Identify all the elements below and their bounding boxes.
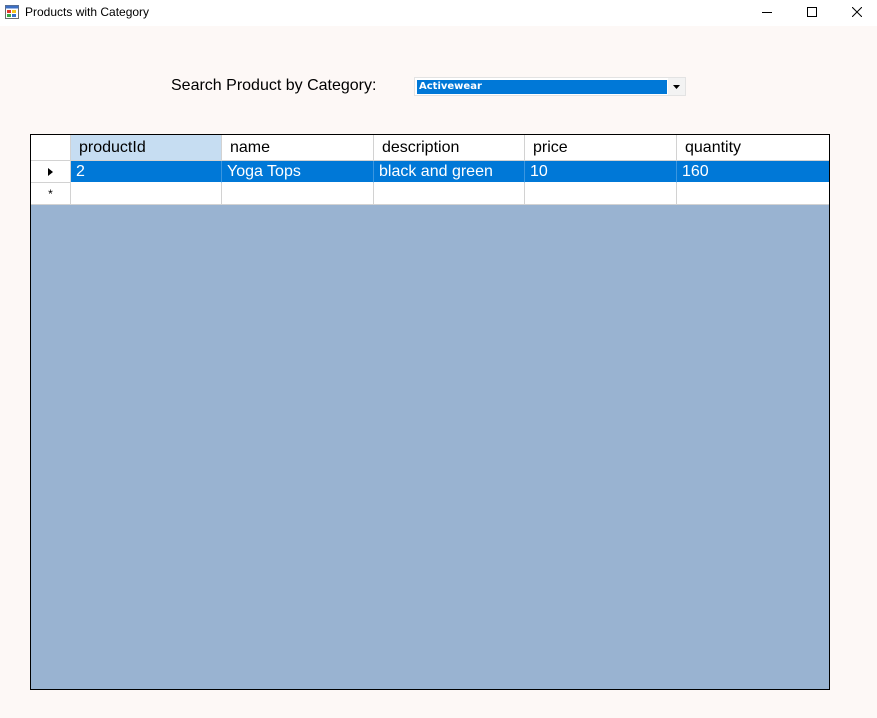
column-header-productid[interactable]: productId	[71, 135, 222, 160]
new-cell-name[interactable]	[222, 183, 374, 205]
column-header-description[interactable]: description	[374, 135, 525, 160]
column-header-quantity[interactable]: quantity	[677, 135, 829, 160]
close-icon	[851, 7, 862, 17]
products-grid[interactable]: productId name description price quantit…	[30, 134, 830, 690]
minimize-button[interactable]	[744, 0, 789, 24]
cell-description[interactable]: black and green	[374, 161, 525, 183]
cell-quantity[interactable]: 160	[677, 161, 829, 183]
top-left-header-cell[interactable]	[31, 135, 71, 160]
maximize-button[interactable]	[789, 0, 834, 24]
chevron-down-icon	[673, 84, 680, 89]
new-cell-productid[interactable]	[71, 183, 222, 205]
form-client-area: Search Product by Category: Activewear p…	[0, 26, 877, 718]
dropdown-button[interactable]	[668, 78, 685, 95]
close-button[interactable]	[834, 0, 877, 24]
new-cell-description[interactable]	[374, 183, 525, 205]
cell-price[interactable]: 10	[525, 161, 677, 183]
table-row[interactable]: 2 Yoga Tops black and green 10 160	[31, 161, 829, 183]
current-row-arrow-icon	[48, 167, 53, 176]
new-row-marker: *	[48, 186, 53, 201]
category-combobox[interactable]: Activewear	[414, 77, 686, 96]
new-cell-price[interactable]	[525, 183, 677, 205]
title-bar[interactable]: Products with Category	[0, 0, 877, 26]
maximize-icon	[806, 7, 817, 17]
column-header-name[interactable]: name	[222, 135, 374, 160]
cell-name[interactable]: Yoga Tops	[222, 161, 374, 183]
cell-productid[interactable]: 2	[71, 161, 222, 183]
new-row-header-cell[interactable]: *	[31, 183, 71, 205]
grid-header-row: productId name description price quantit…	[31, 135, 829, 161]
search-category-label: Search Product by Category:	[171, 77, 377, 94]
new-row[interactable]: *	[31, 183, 829, 205]
window-title: Products with Category	[25, 5, 150, 19]
minimize-icon	[761, 12, 772, 13]
new-cell-quantity[interactable]	[677, 183, 829, 205]
form-icon[interactable]	[5, 5, 19, 19]
category-combobox-value: Activewear	[417, 80, 667, 94]
row-header-cell[interactable]	[31, 161, 71, 183]
column-header-price[interactable]: price	[525, 135, 677, 160]
